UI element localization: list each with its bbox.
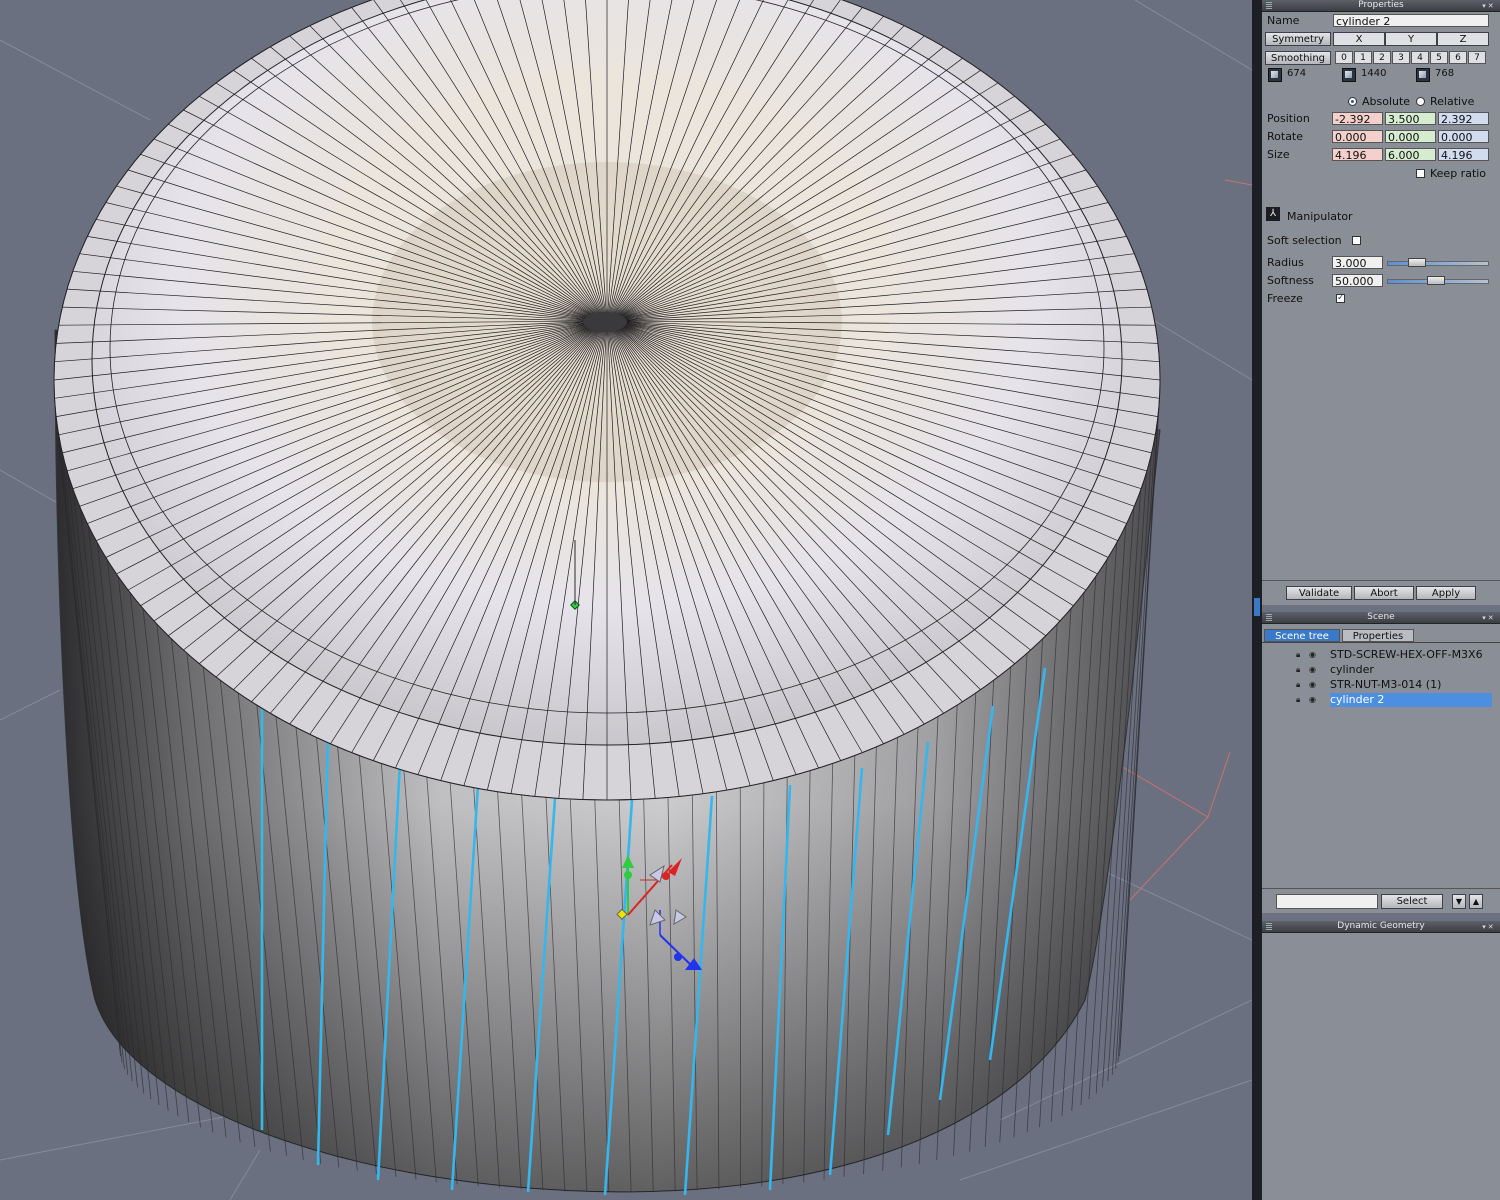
radius-field[interactable]: 3.000 [1332, 256, 1383, 269]
lock-icon[interactable]: 🔒︎ [1296, 651, 1304, 659]
rotate-z-field[interactable]: 0.000 [1438, 130, 1489, 143]
smoothing-button[interactable]: Smoothing [1265, 51, 1331, 65]
smoothing-level-0[interactable]: 0 [1335, 51, 1353, 64]
softness-field[interactable]: 50.000 [1332, 274, 1383, 287]
rotate-x-field[interactable]: 0.000 [1332, 130, 1383, 143]
size-label: Size [1267, 148, 1290, 161]
scene-item-cylinder[interactable]: 🔒︎ ◉ cylinder [1262, 663, 1494, 677]
scene-panel-title: Scene [1367, 612, 1395, 622]
smoothing-level-3[interactable]: 3 [1392, 51, 1410, 64]
panel-splitter[interactable] [1252, 0, 1262, 1200]
position-label: Position [1267, 112, 1310, 125]
smoothing-level-6[interactable]: 6 [1449, 51, 1467, 64]
faces-cube-icon [1416, 68, 1430, 82]
soft-selection-label: Soft selection [1267, 234, 1342, 247]
edges-cube-icon [1342, 68, 1356, 82]
move-down-icon[interactable]: ▼ [1452, 894, 1466, 909]
symmetry-z-button[interactable]: Z [1437, 32, 1489, 46]
scene-item-label: cylinder [1330, 663, 1374, 676]
name-label: Name [1267, 14, 1300, 27]
properties-panel: Properties ▾✕ Name cylinder 2 Symmetry X… [1262, 0, 1500, 605]
panel-menu-icon[interactable]: ▾✕ [1480, 1, 1498, 10]
softness-label: Softness [1267, 274, 1314, 287]
scene-item-cylinder-2[interactable]: 🔒︎ ◉ cylinder 2 [1262, 693, 1494, 707]
symmetry-button[interactable]: Symmetry [1265, 32, 1331, 46]
scene-item-screw[interactable]: 🔒︎ ◉ STD-SCREW-HEX-OFF-M3X6 [1262, 648, 1494, 662]
edge-count: 1440 [1361, 68, 1387, 79]
size-y-field[interactable]: 6.000 [1385, 148, 1436, 161]
position-y-field[interactable]: 3.500 [1385, 112, 1436, 125]
manipulator-icon[interactable]: ⅄ [1266, 207, 1280, 221]
tab-properties[interactable]: Properties [1342, 629, 1414, 642]
scene-panel: Scene ▾✕ Scene tree Properties 🔒︎ ◉ STD-… [1262, 612, 1500, 913]
freeze-label: Freeze [1267, 292, 1303, 305]
absolute-label: Absolute [1362, 95, 1411, 108]
dynamic-geometry-panel-header: Dynamic Geometry ▾✕ [1262, 921, 1500, 933]
scene-panel-header: Scene ▾✕ [1262, 612, 1500, 624]
collapse-handle-icon[interactable] [1254, 598, 1260, 616]
3d-viewport[interactable] [0, 0, 1252, 1200]
radius-slider-thumb[interactable] [1408, 258, 1426, 267]
panel-grip-icon[interactable] [1266, 614, 1272, 621]
viewport-canvas[interactable] [0, 0, 1252, 1200]
radius-slider[interactable] [1387, 261, 1489, 266]
validate-button[interactable]: Validate [1286, 586, 1352, 600]
tab-scene-tree[interactable]: Scene tree [1264, 629, 1340, 642]
select-button[interactable]: Select [1381, 894, 1443, 909]
face-count: 768 [1435, 68, 1455, 79]
apply-button[interactable]: Apply [1416, 586, 1476, 600]
relative-radio[interactable] [1416, 97, 1425, 106]
absolute-radio[interactable] [1348, 97, 1357, 106]
rotate-label: Rotate [1267, 130, 1304, 143]
smoothing-level-4[interactable]: 4 [1411, 51, 1429, 64]
name-field[interactable]: cylinder 2 [1333, 14, 1489, 27]
properties-panel-header: Properties ▾✕ [1262, 0, 1500, 12]
scene-item-label: STD-SCREW-HEX-OFF-M3X6 [1330, 648, 1483, 661]
position-z-field[interactable]: 2.392 [1438, 112, 1489, 125]
scene-item-label: cylinder 2 [1330, 693, 1492, 707]
panel-menu-icon[interactable]: ▾✕ [1480, 613, 1498, 622]
position-x-field[interactable]: -2.392 [1332, 112, 1383, 125]
scene-item-nut[interactable]: 🔒︎ ◉ STR-NUT-M3-014 (1) [1262, 678, 1494, 692]
panel-grip-icon[interactable] [1266, 2, 1272, 9]
lock-icon[interactable]: 🔒︎ [1296, 696, 1304, 704]
freeze-checkbox[interactable]: ✓ [1336, 294, 1345, 303]
smoothing-level-5[interactable]: 5 [1430, 51, 1448, 64]
scene-search-input[interactable] [1276, 894, 1378, 909]
panel-grip-icon[interactable] [1266, 923, 1272, 930]
lock-icon[interactable]: 🔒︎ [1296, 681, 1304, 689]
radius-label: Radius [1267, 256, 1304, 269]
smoothing-level-7[interactable]: 7 [1468, 51, 1486, 64]
panel-menu-icon[interactable]: ▾✕ [1480, 922, 1498, 931]
size-x-field[interactable]: 4.196 [1332, 148, 1383, 161]
keep-ratio-checkbox[interactable] [1416, 169, 1425, 178]
size-z-field[interactable]: 4.196 [1438, 148, 1489, 161]
dynamic-geometry-panel: Dynamic Geometry ▾✕ [1262, 921, 1500, 1200]
relative-label: Relative [1430, 95, 1475, 108]
vertices-cube-icon [1268, 68, 1282, 82]
eye-icon[interactable]: ◉ [1309, 681, 1317, 689]
manipulator-label: Manipulator [1287, 210, 1353, 223]
properties-panel-title: Properties [1358, 0, 1404, 10]
soft-selection-checkbox[interactable] [1352, 236, 1361, 245]
symmetry-y-button[interactable]: Y [1385, 32, 1437, 46]
vertex-count: 674 [1287, 68, 1307, 79]
move-up-icon[interactable]: ▲ [1469, 894, 1483, 909]
lock-icon[interactable]: 🔒︎ [1296, 666, 1304, 674]
smoothing-level-1[interactable]: 1 [1354, 51, 1372, 64]
dynamic-geometry-panel-title: Dynamic Geometry [1337, 921, 1425, 931]
keep-ratio-label: Keep ratio [1430, 167, 1487, 180]
rotate-y-field[interactable]: 0.000 [1385, 130, 1436, 143]
cap-center-pole [583, 312, 627, 332]
eye-icon[interactable]: ◉ [1309, 696, 1317, 704]
abort-button[interactable]: Abort [1354, 586, 1414, 600]
softness-slider-thumb[interactable] [1427, 276, 1445, 285]
eye-icon[interactable]: ◉ [1309, 651, 1317, 659]
eye-icon[interactable]: ◉ [1309, 666, 1317, 674]
scene-item-label: STR-NUT-M3-014 (1) [1330, 678, 1442, 691]
smoothing-level-2[interactable]: 2 [1373, 51, 1391, 64]
symmetry-x-button[interactable]: X [1333, 32, 1385, 46]
